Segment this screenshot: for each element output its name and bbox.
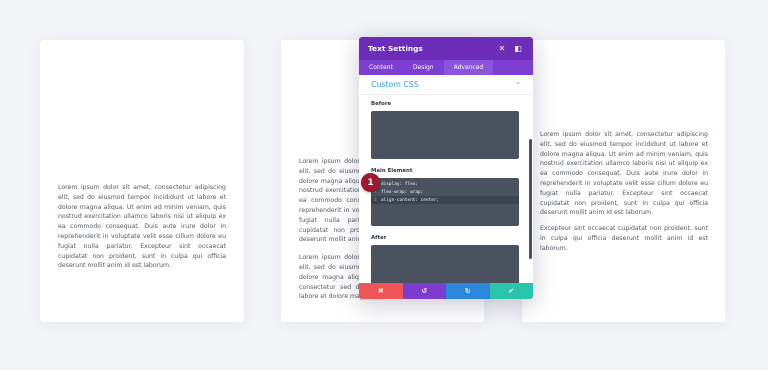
modal-body: Custom CSS ⌃ Before Main Element 1 displ…	[359, 75, 533, 283]
before-css-editor[interactable]	[371, 111, 519, 159]
text-card-right: Lorem ipsum dolor sit amet, consectetur …	[522, 40, 725, 322]
modal-title: Text Settings	[368, 44, 423, 53]
card-paragraph: Lorem ipsum dolor sit amet, consectetur …	[540, 131, 708, 217]
redo-button[interactable]: ↻	[446, 283, 490, 299]
code-text: flex-wrap: wrap;	[381, 189, 424, 195]
close-icon[interactable]: ✕	[496, 44, 508, 53]
step-badge: 1	[361, 173, 380, 192]
line-number: 3	[374, 197, 377, 203]
code-text: display: flex;	[381, 181, 419, 187]
main-element-label: Main Element	[371, 168, 413, 174]
section-toggle-custom-css[interactable]: Custom CSS ⌃	[359, 75, 533, 95]
cancel-button[interactable]: ✖	[359, 283, 403, 299]
expand-icon[interactable]: ◧	[512, 44, 524, 53]
chevron-up-icon: ⌃	[515, 80, 521, 89]
tab-design[interactable]: Design	[403, 60, 444, 75]
main-element-css-editor[interactable]: 1 display: flex; 2 flex-wrap: wrap; 3 al…	[371, 178, 519, 226]
code-text: align-content: center;	[381, 197, 440, 203]
code-line: 1 display: flex;	[371, 180, 519, 188]
section-title: Custom CSS	[371, 80, 419, 89]
modal-footer: ✖ ↺ ↻ ✔	[359, 283, 533, 299]
undo-button[interactable]: ↺	[402, 283, 446, 299]
tab-advanced[interactable]: Advanced	[443, 60, 494, 75]
after-css-editor[interactable]	[371, 245, 519, 283]
after-label: After	[371, 235, 387, 241]
card-paragraph: Lorem ipsum dolor sit amet, consectetur …	[58, 184, 226, 270]
scrollbar[interactable]	[529, 139, 532, 259]
code-line: 3 align-content: center;	[371, 196, 519, 204]
modal-header: Text Settings ✕ ◧	[359, 37, 533, 60]
tab-content[interactable]: Content	[359, 60, 403, 75]
text-settings-modal: Text Settings ✕ ◧ Content Design Advance…	[359, 37, 533, 299]
save-button[interactable]: ✔	[489, 283, 533, 299]
card-text: Lorem ipsum dolor sit amet, consectetur …	[58, 183, 226, 271]
before-label: Before	[371, 101, 392, 107]
code-line: 2 flex-wrap: wrap;	[371, 188, 519, 196]
modal-tabs: Content Design Advanced	[359, 60, 533, 75]
card-text: Lorem ipsum dolor sit amet, consectetur …	[540, 130, 708, 254]
card-paragraph: Excepteur sint occaecat cupidatat non pr…	[540, 225, 708, 252]
text-card-left: Lorem ipsum dolor sit amet, consectetur …	[40, 40, 244, 322]
